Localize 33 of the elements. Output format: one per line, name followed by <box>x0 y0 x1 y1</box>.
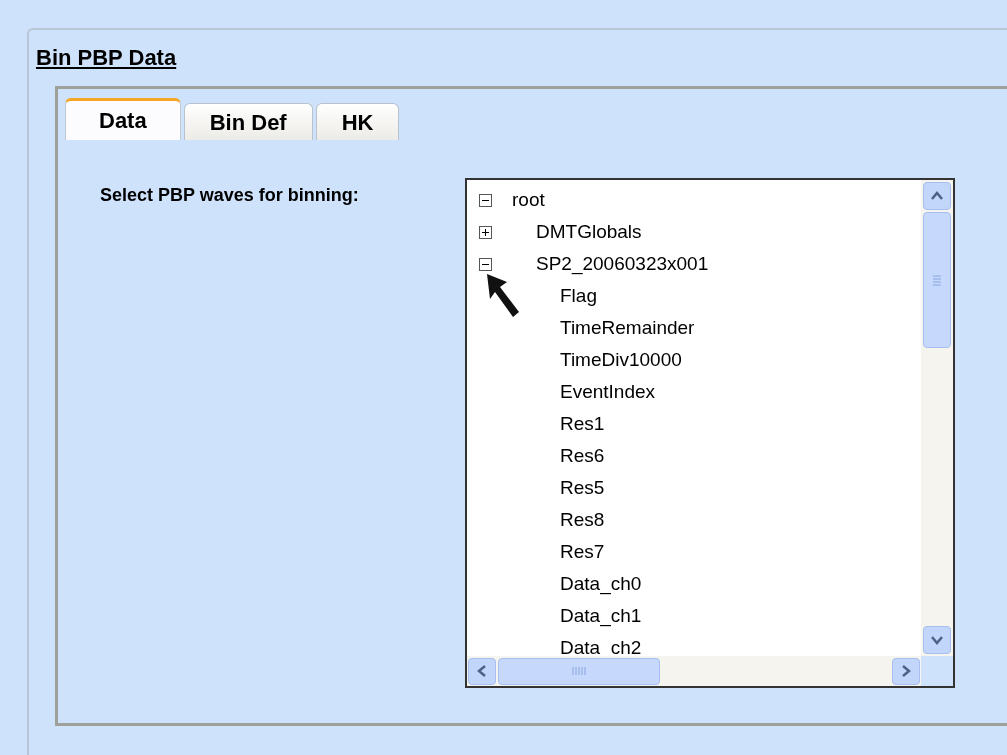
tree-item[interactable]: Res1 <box>560 409 605 439</box>
tree-item[interactable]: Res7 <box>560 537 605 567</box>
tree-item[interactable]: TimeRemainder <box>560 313 695 343</box>
vertical-scrollbar[interactable] <box>921 180 953 656</box>
tree-item[interactable]: Flag <box>560 281 597 311</box>
tree-item[interactable]: Data_ch0 <box>560 569 642 599</box>
scroll-down-icon[interactable] <box>923 626 951 654</box>
tree-item[interactable]: TimeDiv10000 <box>560 345 682 375</box>
tree-item[interactable]: EventIndex <box>560 377 656 407</box>
tree-item[interactable]: Res6 <box>560 441 605 471</box>
scroll-right-icon[interactable] <box>892 657 920 685</box>
tree-item[interactable]: DMTGlobals <box>536 217 642 247</box>
scroll-left-icon[interactable] <box>468 657 496 685</box>
tree-item[interactable]: Data_ch2 <box>560 633 642 656</box>
tree-item[interactable]: Data_ch1 <box>560 601 642 631</box>
prompt-label: Select PBP waves for binning: <box>99 184 360 207</box>
scroll-thumb[interactable] <box>498 657 660 685</box>
tab[interactable]: HK <box>315 103 400 140</box>
tree-item[interactable]: SP2_20060323x001 <box>536 249 709 279</box>
collapse-icon[interactable] <box>479 193 492 207</box>
scroll-thumb[interactable] <box>923 212 951 348</box>
tree-item[interactable]: Res8 <box>560 505 605 535</box>
tree-item[interactable]: root <box>512 185 545 215</box>
section-title: Bin PBP Data <box>36 44 177 72</box>
tab[interactable]: Bin Def <box>183 103 313 140</box>
expand-icon[interactable] <box>479 225 492 239</box>
tree-item[interactable]: Res5 <box>560 473 605 503</box>
collapse-icon[interactable] <box>479 257 492 271</box>
horizontal-scrollbar[interactable] <box>467 656 921 686</box>
scrollbar-corner <box>921 656 953 686</box>
tab[interactable]: Data <box>65 98 181 140</box>
scroll-up-icon[interactable] <box>923 182 951 210</box>
tree-view[interactable]: root DMTGlobals SP2_20060323x001 Flag TimeRemainder TimeDiv10000 EventIndex Res1 Res6 Res5 Res8 Res7 Data_ch0 Data_ch1 Data_ch2 <box>465 178 955 688</box>
